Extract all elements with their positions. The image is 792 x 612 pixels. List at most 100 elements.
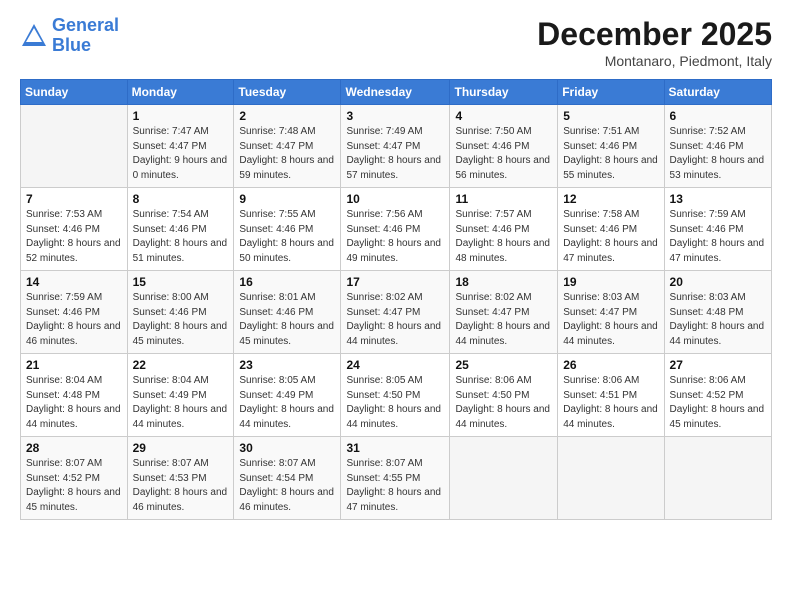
day-info-1-1: Sunrise: 7:54 AM Sunset: 4:46 PM Dayligh…	[133, 208, 229, 266]
day-info-0-1: Sunrise: 7:47 AM Sunset: 4:47 PM Dayligh…	[133, 125, 229, 183]
day-number-1-6: 13	[670, 192, 766, 206]
logo-line1: General	[52, 15, 119, 35]
day-cell-0-2: 2 Sunrise: 7:48 AM Sunset: 4:47 PM Daylig…	[234, 105, 341, 188]
day-cell-2-2: 16 Sunrise: 8:01 AM Sunset: 4:46 PM Dayli…	[234, 271, 341, 354]
day-cell-1-6: 13 Sunrise: 7:59 AM Sunset: 4:46 PM Dayli…	[664, 188, 771, 271]
day-info-2-3: Sunrise: 8:02 AM Sunset: 4:47 PM Dayligh…	[346, 291, 444, 349]
day-number-3-3: 24	[346, 358, 444, 372]
day-number-4-2: 30	[239, 441, 335, 455]
col-wednesday: Wednesday	[341, 80, 450, 105]
day-info-2-1: Sunrise: 8:00 AM Sunset: 4:46 PM Dayligh…	[133, 291, 229, 349]
day-number-2-2: 16	[239, 275, 335, 289]
day-cell-3-6: 27 Sunrise: 8:06 AM Sunset: 4:52 PM Dayli…	[664, 354, 771, 437]
week-row-3: 21 Sunrise: 8:04 AM Sunset: 4:48 PM Dayli…	[21, 354, 772, 437]
day-info-3-6: Sunrise: 8:06 AM Sunset: 4:52 PM Dayligh…	[670, 374, 766, 432]
day-cell-0-1: 1 Sunrise: 7:47 AM Sunset: 4:47 PM Daylig…	[127, 105, 234, 188]
day-number-1-1: 8	[133, 192, 229, 206]
day-number-1-5: 12	[563, 192, 658, 206]
day-info-3-2: Sunrise: 8:05 AM Sunset: 4:49 PM Dayligh…	[239, 374, 335, 432]
day-number-2-1: 15	[133, 275, 229, 289]
day-cell-3-4: 25Sunrise: 8:06 AM Sunset: 4:50 PM Dayli…	[450, 354, 558, 437]
day-number-4-0: 28	[26, 441, 122, 455]
day-cell-4-4	[450, 437, 558, 520]
day-info-2-0: Sunrise: 7:59 AM Sunset: 4:46 PM Dayligh…	[26, 291, 122, 349]
day-cell-2-6: 20 Sunrise: 8:03 AM Sunset: 4:48 PM Dayli…	[664, 271, 771, 354]
calendar-body: 1 Sunrise: 7:47 AM Sunset: 4:47 PM Daylig…	[21, 105, 772, 520]
day-number-4-1: 29	[133, 441, 229, 455]
day-cell-1-2: 9Sunrise: 7:55 AM Sunset: 4:46 PM Daylig…	[234, 188, 341, 271]
day-cell-4-1: 29Sunrise: 8:07 AM Sunset: 4:53 PM Dayli…	[127, 437, 234, 520]
col-sunday: Sunday	[21, 80, 128, 105]
day-cell-2-3: 17 Sunrise: 8:02 AM Sunset: 4:47 PM Dayli…	[341, 271, 450, 354]
header: General Blue December 2025 Montanaro, Pi…	[20, 16, 772, 69]
day-info-0-2: Sunrise: 7:48 AM Sunset: 4:47 PM Dayligh…	[239, 125, 335, 183]
day-info-2-5: Sunrise: 8:03 AM Sunset: 4:47 PM Dayligh…	[563, 291, 658, 349]
day-info-0-5: Sunrise: 7:51 AM Sunset: 4:46 PM Dayligh…	[563, 125, 658, 183]
day-info-2-6: Sunrise: 8:03 AM Sunset: 4:48 PM Dayligh…	[670, 291, 766, 349]
col-friday: Friday	[558, 80, 664, 105]
subtitle: Montanaro, Piedmont, Italy	[537, 53, 772, 69]
day-cell-4-3: 31 Sunrise: 8:07 AM Sunset: 4:55 PM Dayli…	[341, 437, 450, 520]
day-number-2-0: 14	[26, 275, 122, 289]
day-info-3-0: Sunrise: 8:04 AM Sunset: 4:48 PM Dayligh…	[26, 374, 122, 432]
day-info-1-4: Sunrise: 7:57 AM Sunset: 4:46 PM Dayligh…	[455, 208, 552, 266]
day-cell-3-2: 23Sunrise: 8:05 AM Sunset: 4:49 PM Dayli…	[234, 354, 341, 437]
day-number-0-5: 5	[563, 109, 658, 123]
day-cell-4-0: 28 Sunrise: 8:07 AM Sunset: 4:52 PM Dayli…	[21, 437, 128, 520]
col-monday: Monday	[127, 80, 234, 105]
day-number-3-6: 27	[670, 358, 766, 372]
day-info-2-2: Sunrise: 8:01 AM Sunset: 4:46 PM Dayligh…	[239, 291, 335, 349]
week-row-2: 14 Sunrise: 7:59 AM Sunset: 4:46 PM Dayli…	[21, 271, 772, 354]
day-number-2-6: 20	[670, 275, 766, 289]
day-number-0-1: 1	[133, 109, 229, 123]
day-info-4-3: Sunrise: 8:07 AM Sunset: 4:55 PM Dayligh…	[346, 457, 444, 515]
day-cell-0-4: 4 Sunrise: 7:50 AM Sunset: 4:46 PM Daylig…	[450, 105, 558, 188]
day-number-1-3: 10	[346, 192, 444, 206]
day-cell-2-4: 18 Sunrise: 8:02 AM Sunset: 4:47 PM Dayli…	[450, 271, 558, 354]
day-number-2-3: 17	[346, 275, 444, 289]
day-cell-1-1: 8 Sunrise: 7:54 AM Sunset: 4:46 PM Daylig…	[127, 188, 234, 271]
day-number-3-5: 26	[563, 358, 658, 372]
day-number-1-0: 7	[26, 192, 122, 206]
day-number-0-2: 2	[239, 109, 335, 123]
day-info-3-4: Sunrise: 8:06 AM Sunset: 4:50 PM Dayligh…	[455, 374, 552, 432]
day-info-3-1: Sunrise: 8:04 AM Sunset: 4:49 PM Dayligh…	[133, 374, 229, 432]
day-info-3-5: Sunrise: 8:06 AM Sunset: 4:51 PM Dayligh…	[563, 374, 658, 432]
day-cell-4-5	[558, 437, 664, 520]
day-cell-1-5: 12Sunrise: 7:58 AM Sunset: 4:46 PM Dayli…	[558, 188, 664, 271]
day-cell-0-5: 5 Sunrise: 7:51 AM Sunset: 4:46 PM Daylig…	[558, 105, 664, 188]
day-info-1-6: Sunrise: 7:59 AM Sunset: 4:46 PM Dayligh…	[670, 208, 766, 266]
day-cell-3-5: 26 Sunrise: 8:06 AM Sunset: 4:51 PM Dayli…	[558, 354, 664, 437]
day-cell-4-6	[664, 437, 771, 520]
day-number-3-0: 21	[26, 358, 122, 372]
week-row-0: 1 Sunrise: 7:47 AM Sunset: 4:47 PM Daylig…	[21, 105, 772, 188]
col-saturday: Saturday	[664, 80, 771, 105]
day-number-4-3: 31	[346, 441, 444, 455]
day-cell-2-5: 19Sunrise: 8:03 AM Sunset: 4:47 PM Dayli…	[558, 271, 664, 354]
day-cell-3-1: 22 Sunrise: 8:04 AM Sunset: 4:49 PM Dayli…	[127, 354, 234, 437]
day-info-4-0: Sunrise: 8:07 AM Sunset: 4:52 PM Dayligh…	[26, 457, 122, 515]
day-number-2-4: 18	[455, 275, 552, 289]
day-info-0-4: Sunrise: 7:50 AM Sunset: 4:46 PM Dayligh…	[455, 125, 552, 183]
day-cell-0-6: 6Sunrise: 7:52 AM Sunset: 4:46 PM Daylig…	[664, 105, 771, 188]
day-number-0-6: 6	[670, 109, 766, 123]
day-cell-2-1: 15 Sunrise: 8:00 AM Sunset: 4:46 PM Dayli…	[127, 271, 234, 354]
day-info-1-3: Sunrise: 7:56 AM Sunset: 4:46 PM Dayligh…	[346, 208, 444, 266]
logo-line2: Blue	[52, 35, 91, 55]
month-title: December 2025	[537, 16, 772, 53]
day-info-2-4: Sunrise: 8:02 AM Sunset: 4:47 PM Dayligh…	[455, 291, 552, 349]
calendar-header: Sunday Monday Tuesday Wednesday Thursday…	[21, 80, 772, 105]
day-number-0-4: 4	[455, 109, 552, 123]
weekday-row: Sunday Monday Tuesday Wednesday Thursday…	[21, 80, 772, 105]
day-number-3-1: 22	[133, 358, 229, 372]
day-cell-2-0: 14 Sunrise: 7:59 AM Sunset: 4:46 PM Dayli…	[21, 271, 128, 354]
day-info-3-3: Sunrise: 8:05 AM Sunset: 4:50 PM Dayligh…	[346, 374, 444, 432]
week-row-4: 28 Sunrise: 8:07 AM Sunset: 4:52 PM Dayli…	[21, 437, 772, 520]
day-info-1-0: Sunrise: 7:53 AM Sunset: 4:46 PM Dayligh…	[26, 208, 122, 266]
day-number-0-3: 3	[346, 109, 444, 123]
day-cell-1-0: 7 Sunrise: 7:53 AM Sunset: 4:46 PM Daylig…	[21, 188, 128, 271]
day-cell-3-3: 24 Sunrise: 8:05 AM Sunset: 4:50 PM Dayli…	[341, 354, 450, 437]
page: General Blue December 2025 Montanaro, Pi…	[0, 0, 792, 612]
day-cell-0-0	[21, 105, 128, 188]
day-number-1-4: 11	[455, 192, 552, 206]
